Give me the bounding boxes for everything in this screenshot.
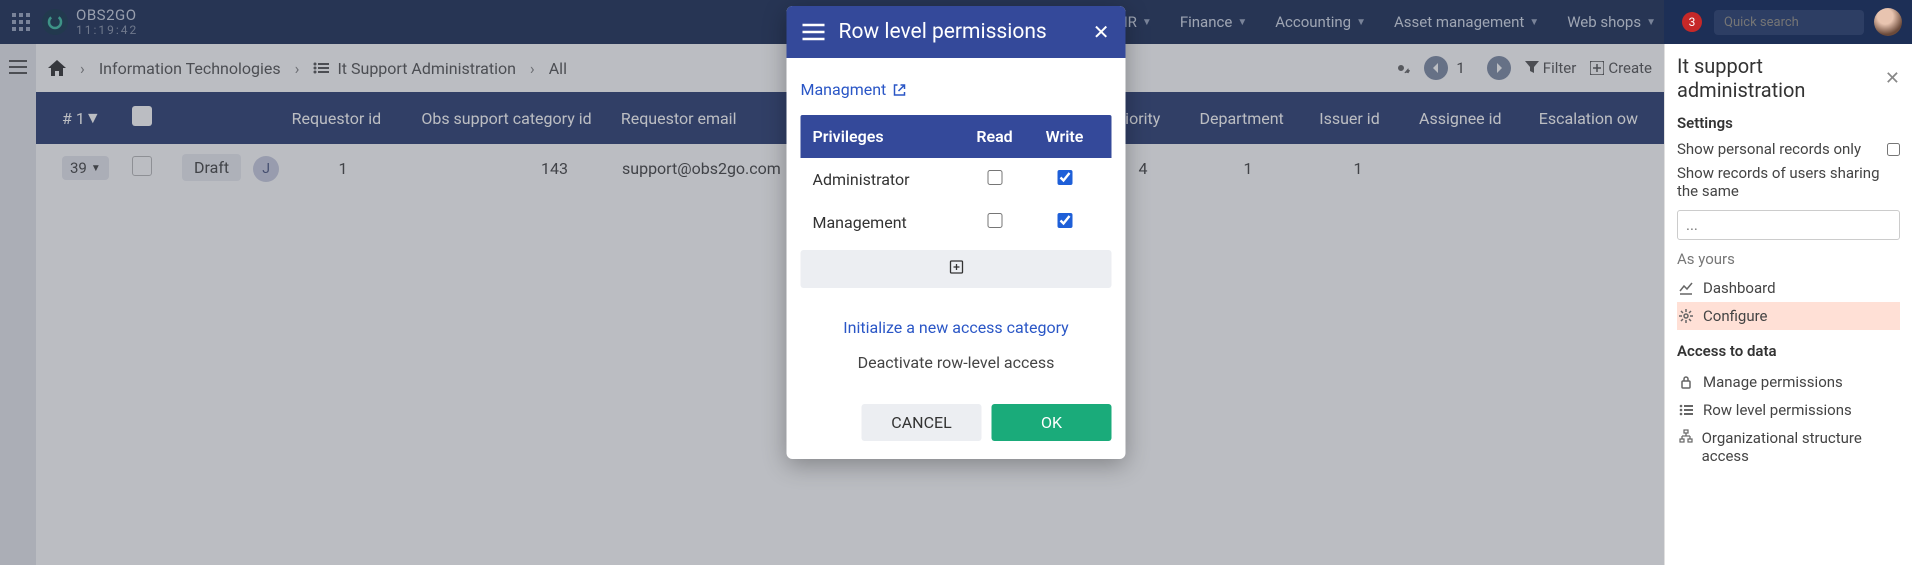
modal-footer: CANCEL OK <box>787 394 1126 459</box>
cancel-button[interactable]: CANCEL <box>862 404 982 441</box>
manage-permissions-label: Manage permissions <box>1703 373 1843 391</box>
management-link[interactable]: Managment <box>801 80 907 99</box>
right-panel: It support administration ✕ Settings Sho… <box>1664 44 1912 565</box>
write-checkbox[interactable] <box>1057 213 1072 228</box>
col-privileges: Privileges <box>813 127 960 146</box>
gear-icon <box>1679 309 1699 323</box>
deactivate-row-level-link[interactable]: Deactivate row-level access <box>801 345 1112 380</box>
panel-title: It support administration <box>1677 54 1885 102</box>
management-link-label: Managment <box>801 80 887 99</box>
close-icon[interactable]: ✕ <box>1885 68 1900 89</box>
row-level-label: Row level permissions <box>1703 401 1852 419</box>
configure-link[interactable]: Configure <box>1677 302 1900 330</box>
configure-label: Configure <box>1703 307 1768 325</box>
as-yours-label: As yours <box>1677 250 1900 268</box>
privilege-row-administrator: Administrator <box>801 158 1112 201</box>
write-checkbox[interactable] <box>1057 170 1072 185</box>
col-write: Write <box>1030 127 1100 146</box>
panel-title-row: It support administration ✕ <box>1677 54 1900 102</box>
read-checkbox[interactable] <box>987 213 1002 228</box>
sharing-input[interactable] <box>1677 210 1900 240</box>
dashboard-link[interactable]: Dashboard <box>1677 274 1900 302</box>
privilege-row-management: Management <box>801 201 1112 244</box>
list-icon <box>1679 404 1699 416</box>
priv-name: Administrator <box>813 170 960 189</box>
read-checkbox[interactable] <box>987 170 1002 185</box>
org-structure-label: Organizational structure access <box>1702 429 1898 465</box>
setting-personal-records: Show personal records only <box>1677 140 1900 158</box>
add-privilege-button[interactable] <box>801 250 1112 288</box>
setting-sharing-label: Show records of users sharing the same <box>1677 164 1900 200</box>
setting-personal-checkbox[interactable] <box>1887 143 1900 156</box>
hamburger-menu-icon[interactable] <box>803 23 825 41</box>
setting-sharing-records: Show records of users sharing the same <box>1677 164 1900 200</box>
modal-title: Row level permissions <box>839 20 1093 44</box>
initialize-category-link[interactable]: Initialize a new access category <box>801 310 1112 345</box>
row-level-permissions-modal: Row level permissions ✕ Managment Privil… <box>787 6 1126 459</box>
access-heading: Access to data <box>1677 342 1900 360</box>
lock-icon <box>1679 375 1699 389</box>
modal-header: Row level permissions ✕ <box>787 6 1126 58</box>
setting-personal-label: Show personal records only <box>1677 140 1887 158</box>
sitemap-icon <box>1679 429 1698 443</box>
ok-button[interactable]: OK <box>992 404 1112 441</box>
quick-search-input[interactable] <box>1714 10 1864 35</box>
org-structure-link[interactable]: Organizational structure access <box>1677 424 1900 470</box>
plus-square-icon <box>949 262 963 278</box>
manage-permissions-link[interactable]: Manage permissions <box>1677 368 1900 396</box>
close-icon[interactable]: ✕ <box>1093 20 1110 44</box>
col-read: Read <box>960 127 1030 146</box>
dashboard-label: Dashboard <box>1703 279 1776 297</box>
external-link-icon <box>892 83 906 97</box>
row-level-permissions-link[interactable]: Row level permissions <box>1677 396 1900 424</box>
settings-heading: Settings <box>1677 114 1900 132</box>
chart-line-icon <box>1679 281 1699 295</box>
user-avatar[interactable] <box>1874 8 1902 36</box>
priv-name: Management <box>813 213 960 232</box>
privileges-header: Privileges Read Write <box>801 115 1112 158</box>
notification-badge[interactable]: 3 <box>1682 12 1702 32</box>
